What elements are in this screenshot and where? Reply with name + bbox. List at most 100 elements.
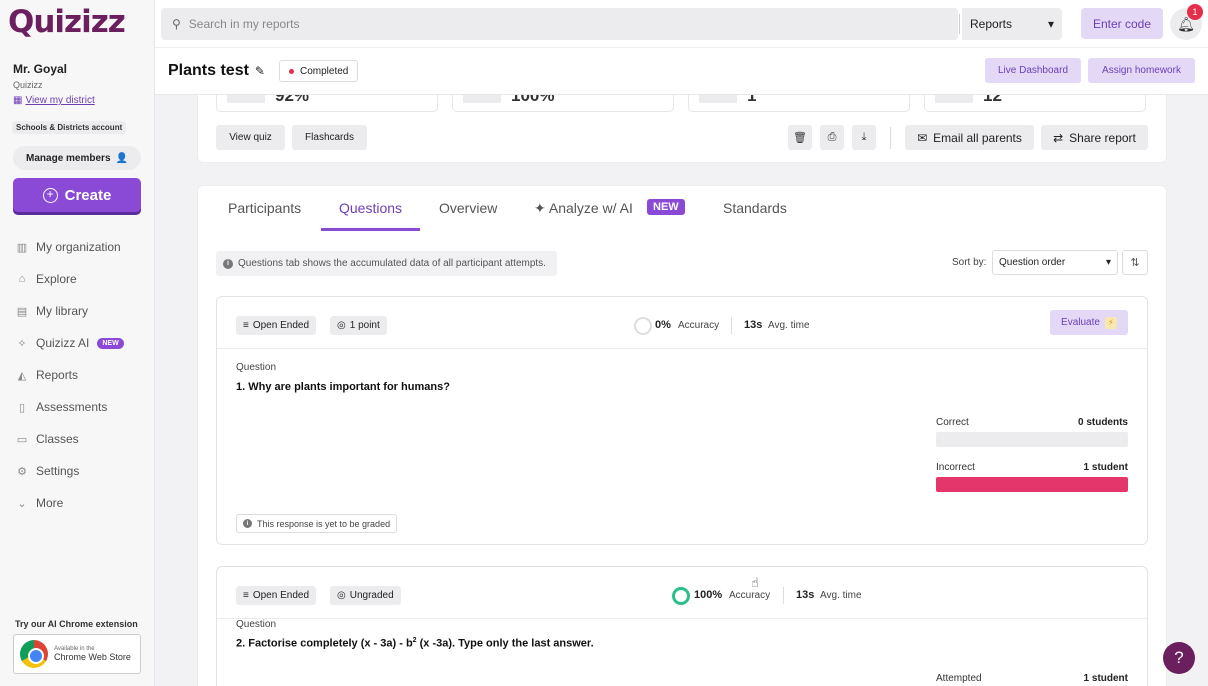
assessments-icon: ▯ — [18, 401, 26, 414]
chevron-down-icon: ⌄ — [17, 497, 27, 510]
avg-time-label: Avg. time — [820, 590, 862, 601]
user-org: Quizizz — [13, 80, 43, 90]
sidebar-item-more[interactable]: ⌄ More — [16, 487, 124, 519]
delete-icon[interactable]: 🗑︎ — [788, 125, 812, 150]
summary-card: 92% 100% 1 12 View quiz Flashcards 🗑︎ ⎙ … — [197, 95, 1167, 163]
account-type-badge: Schools & Districts account — [12, 121, 127, 134]
accuracy-value: 100% — [694, 589, 723, 601]
attempted-label: Attempted — [936, 673, 982, 684]
sidebar-item-label: Quizizz AI — [36, 336, 90, 350]
header-divider — [731, 317, 732, 334]
organization-icon: ▥ — [16, 241, 28, 254]
download-icon[interactable]: ⤓ — [852, 125, 876, 150]
info-icon: i — [243, 519, 252, 528]
print-icon[interactable]: ⎙ — [820, 125, 844, 150]
sidebar-item-reports[interactable]: ◭ Reports — [16, 359, 124, 391]
new-badge: NEW — [647, 199, 685, 215]
correct-bar — [936, 432, 1128, 447]
reports-icon: ◭ — [17, 369, 27, 382]
share-report-button[interactable]: ⇄ Share report — [1041, 125, 1148, 150]
search-icon: ⚲ — [172, 17, 181, 31]
tab-overview[interactable]: Overview — [439, 200, 497, 216]
live-dashboard-button[interactable]: Live Dashboard — [985, 58, 1081, 83]
manage-members-label: Manage members — [26, 152, 111, 164]
create-label: Create — [64, 186, 112, 204]
store-line-2: Chrome Web Store — [54, 652, 131, 662]
stat-card-participants: 1 — [688, 95, 910, 112]
question-label: Question — [236, 619, 277, 630]
search-scope-value: Reports — [970, 17, 1013, 31]
stat-card-completion: 100% — [452, 95, 674, 112]
search-box[interactable]: ⚲ Search in my reports — [161, 8, 960, 40]
question-card: ≡ Open Ended ◎ 1 point 0% Accuracy 13s Avg… — [216, 296, 1148, 545]
enter-code-button[interactable]: Enter code — [1081, 8, 1163, 39]
share-icon: ⇄ — [1053, 130, 1064, 145]
question-points-label: 1 point — [349, 320, 380, 331]
edit-icon[interactable]: ✎ — [255, 64, 265, 78]
status-label: Completed — [300, 65, 349, 77]
tab-questions[interactable]: Questions — [339, 200, 402, 216]
open-ended-icon: ≡ — [243, 320, 249, 331]
plus-circle-icon: + — [42, 187, 58, 203]
sidebar-item-classes[interactable]: ▭ Classes — [16, 423, 124, 455]
help-button[interactable]: ? — [1163, 642, 1195, 674]
view-district-link[interactable]: ▦ View my district — [13, 95, 95, 106]
library-icon: ▤ — [16, 305, 28, 318]
sort-label: Sort by: — [952, 257, 987, 268]
accuracy-ring-icon — [634, 317, 652, 335]
tab-analyze-ai-label: Analyze w/ AI — [548, 200, 633, 216]
question-card-header: ≡ Open Ended ◎ Ungraded 100% Accuracy 13s … — [217, 567, 1147, 619]
search-input[interactable]: Search in my reports — [189, 17, 300, 31]
sidebar-item-explore[interactable]: ⌂ Explore — [16, 263, 124, 295]
view-quiz-button[interactable]: View quiz — [216, 125, 285, 150]
attempted-count: 1 student — [1083, 673, 1128, 684]
bolt-icon: ⚡︎ — [1104, 316, 1117, 329]
sidebar-item-my-organization[interactable]: ▥ My organization — [16, 231, 124, 263]
evaluate-button[interactable]: Evaluate ⚡︎ — [1050, 310, 1128, 335]
share-report-label: Share report — [1069, 130, 1136, 145]
question-text: 2. Factorise completely (x - 3a) - b2 (x… — [236, 637, 594, 650]
sidebar-item-settings[interactable]: ⚙ Settings — [16, 455, 124, 487]
avg-time-value: 13s — [796, 589, 815, 601]
tab-standards[interactable]: Standards — [723, 200, 787, 216]
question-text: 1. Why are plants important for humans? — [236, 381, 450, 393]
tab-participants[interactable]: Participants — [228, 200, 301, 216]
sidebar-item-assessments[interactable]: ▯ Assessments — [16, 391, 124, 423]
accuracy-label: Accuracy — [678, 320, 720, 331]
info-icon: i — [223, 258, 233, 269]
sort-direction-button[interactable]: ⇅ — [1122, 250, 1148, 275]
add-user-icon: 👤 — [115, 152, 128, 164]
sort-value: Question order — [999, 257, 1066, 268]
sidebar-item-label: Classes — [36, 432, 79, 446]
correct-count: 0 students — [1077, 417, 1128, 428]
tab-analyze-ai[interactable]: ✦ Analyze w/ AI — [534, 200, 633, 217]
email-parents-button[interactable]: ✉ Email all parents — [905, 125, 1034, 150]
chrome-web-store-badge[interactable]: Available in the Chrome Web Store — [13, 634, 141, 674]
questions-info-text: Questions tab shows the accumulated data… — [238, 258, 546, 269]
create-button[interactable]: + Create — [13, 178, 141, 212]
question-type-label: Open Ended — [252, 590, 310, 601]
mouse-pointer-icon: ☝︎ — [751, 575, 759, 590]
sidebar-item-label: Reports — [36, 368, 79, 382]
search-divider — [959, 14, 960, 34]
classes-icon: ▭ — [16, 433, 28, 446]
sidebar-item-label: My library — [36, 304, 89, 318]
avg-time-label: Avg. time — [768, 320, 810, 331]
report-title-bar: Plants test ✎ Completed Live Dashboard A… — [155, 48, 1208, 95]
stat-value: 92% — [275, 95, 310, 105]
manage-members-button[interactable]: Manage members 👤 — [13, 146, 141, 170]
question-card-header: ≡ Open Ended ◎ 1 point 0% Accuracy 13s Avg… — [217, 297, 1147, 349]
incorrect-bar — [936, 477, 1128, 492]
new-badge: NEW — [97, 337, 124, 349]
assign-homework-button[interactable]: Assign homework — [1088, 58, 1195, 83]
quizizz-logo[interactable]: Quizizz — [8, 4, 126, 40]
incorrect-label: Incorrect — [936, 462, 975, 473]
sidebar-item-quizizz-ai[interactable]: ✧ Quizizz AI NEW — [16, 327, 124, 359]
sort-select[interactable]: Question order ▾ — [992, 250, 1118, 275]
question-points-chip: ◎ Ungraded — [330, 586, 401, 605]
sort-arrows-icon: ⇅ — [1130, 257, 1140, 269]
flashcards-button[interactable]: Flashcards — [292, 125, 367, 150]
sidebar-item-my-library[interactable]: ▤ My library — [16, 295, 124, 327]
search-scope-select[interactable]: Reports ▾ — [962, 8, 1062, 40]
chrome-icon — [20, 640, 48, 668]
